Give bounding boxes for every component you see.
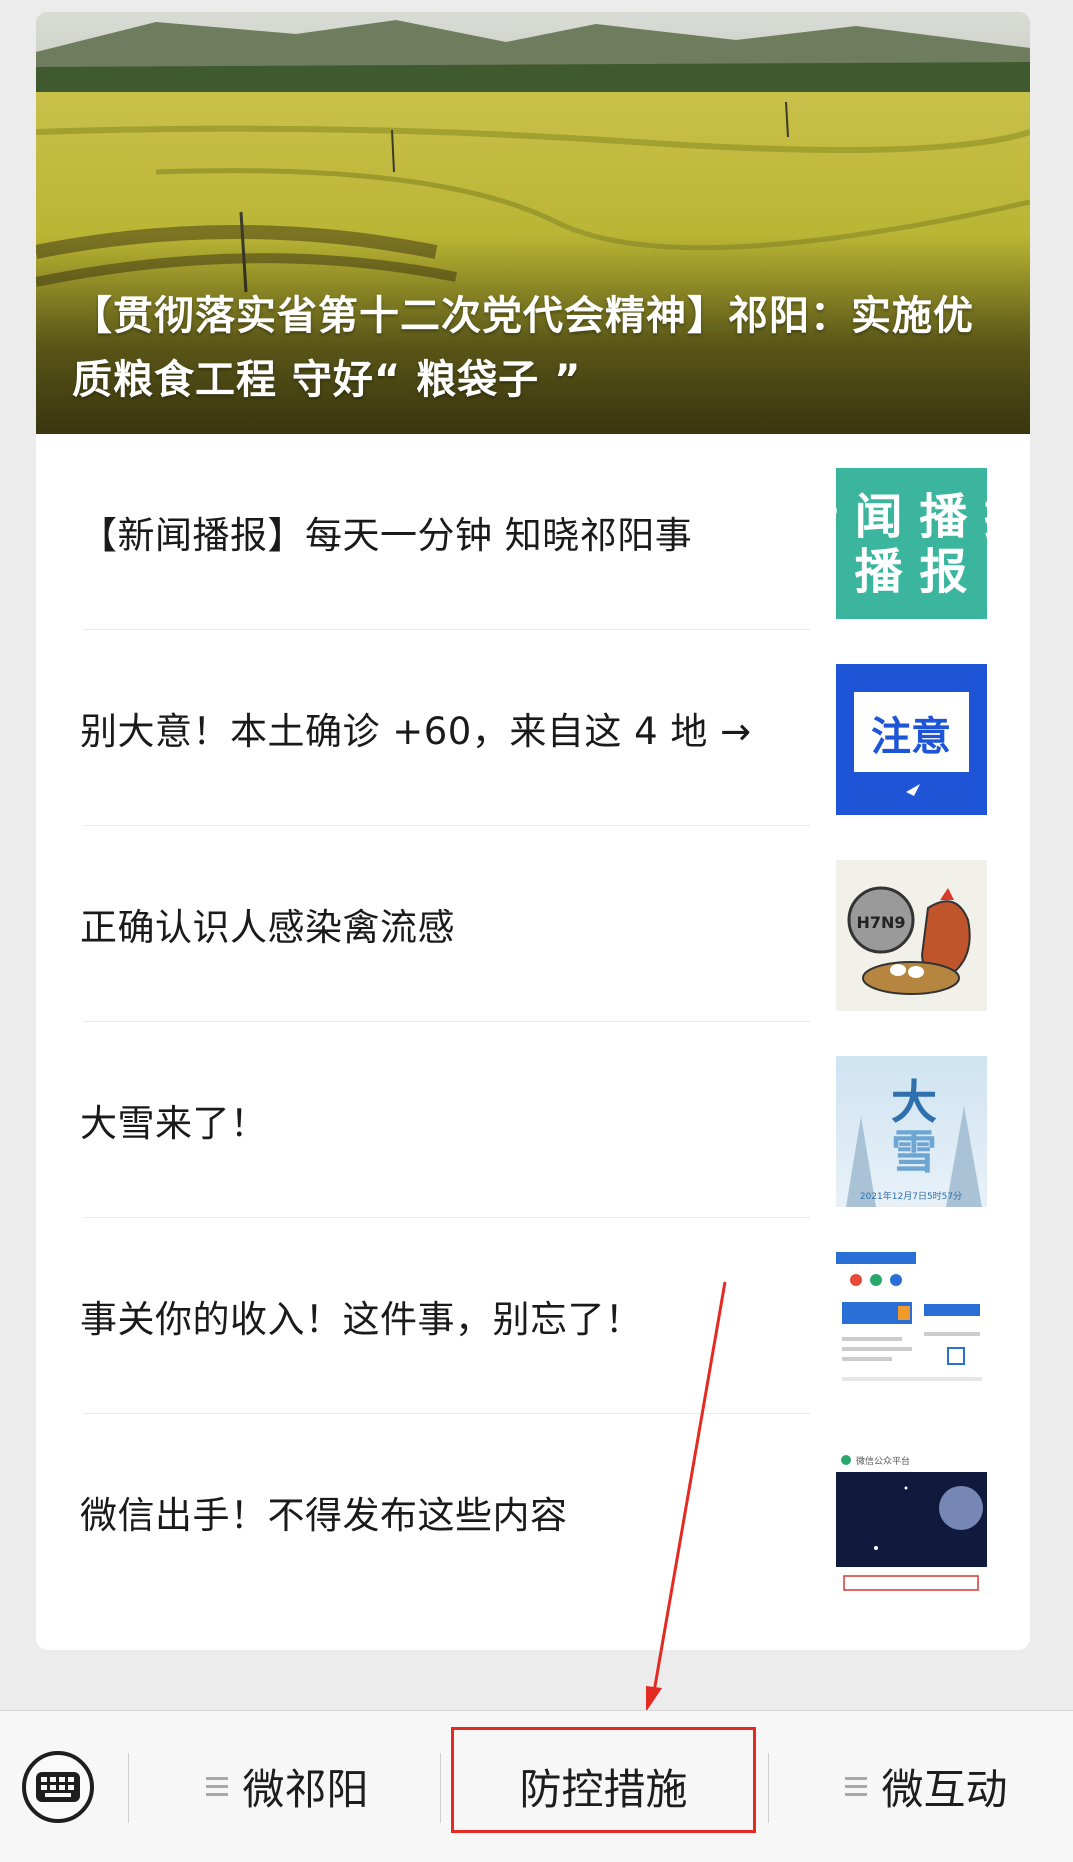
- article-title: 大雪来了！: [80, 1102, 268, 1145]
- menu-item-wei-qiyang[interactable]: 微祁阳: [140, 1711, 435, 1862]
- svg-text:H7N9: H7N9: [856, 913, 905, 932]
- list-item[interactable]: 别大意！本土确诊 +60，来自这 4 地 → 注意: [36, 630, 1030, 826]
- article-title: 别大意！本土确诊 +60，来自这 4 地 →: [80, 710, 752, 753]
- keyboard-icon: [36, 1772, 80, 1802]
- menu-label: 微祁阳: [242, 1765, 369, 1814]
- svg-text:微信公众平台: 微信公众平台: [856, 1455, 910, 1467]
- article-thumbnail: 新 闻 播 报 播 报: [836, 468, 987, 619]
- list-item[interactable]: 【新闻播报】每天一分钟 知晓祁阳事 新 闻 播 报 播 报: [36, 434, 1030, 630]
- list-item[interactable]: 微信出手！不得发布这些内容 微信公众平台: [36, 1414, 1030, 1610]
- list-item[interactable]: 正确认识人感染禽流感 H7N9: [36, 826, 1030, 1022]
- svg-text:大: 大: [891, 1075, 937, 1129]
- menu-item-wei-hudong[interactable]: 微互动: [780, 1711, 1073, 1862]
- menu-separator: [440, 1753, 441, 1823]
- article-thumbnail: [836, 1252, 987, 1403]
- menu-label: 微互动: [881, 1765, 1008, 1814]
- highlight-box: [451, 1727, 756, 1833]
- article-title: 微信出手！不得发布这些内容: [80, 1494, 568, 1537]
- article-list: 【新闻播报】每天一分钟 知晓祁阳事 新 闻 播 报 播 报 别大意！本土确诊 +…: [36, 434, 1030, 1610]
- hamburger-icon: [206, 1776, 229, 1797]
- hero-article[interactable]: 【贯彻落实省第十二次党代会精神】祁阳：实施优质粮食工程 守好“ 粮袋子 ”: [36, 12, 1030, 434]
- thumb-text: 新 闻 播 报: [836, 489, 987, 545]
- article-thumbnail: 微信公众平台: [836, 1448, 987, 1599]
- hero-title: 【贯彻落实省第十二次党代会精神】祁阳：实施优质粮食工程 守好“ 粮袋子 ”: [72, 293, 974, 403]
- keyboard-button[interactable]: [22, 1751, 94, 1823]
- article-title: 【新闻播报】每天一分钟 知晓祁阳事: [80, 514, 693, 557]
- article-title: 事关你的收入！这件事，别忘了！: [80, 1298, 643, 1341]
- article-thumbnail: H7N9: [836, 860, 987, 1011]
- svg-text:注意: 注意: [871, 714, 951, 760]
- svg-text:播 报: 播 报: [855, 544, 968, 600]
- list-item[interactable]: 事关你的收入！这件事，别忘了！: [36, 1218, 1030, 1414]
- article-thumbnail: 注意: [836, 664, 987, 815]
- svg-text:2021年12月7日5时57分: 2021年12月7日5时57分: [860, 1190, 962, 1202]
- list-item[interactable]: 大雪来了！ 大 雪 2021年12月7日5时57分: [36, 1022, 1030, 1218]
- article-thumbnail: 大 雪 2021年12月7日5时57分: [836, 1056, 987, 1207]
- menu-separator: [768, 1753, 769, 1823]
- article-card: 【贯彻落实省第十二次党代会精神】祁阳：实施优质粮食工程 守好“ 粮袋子 ” 【新…: [36, 12, 1030, 1650]
- menu-separator: [128, 1753, 129, 1823]
- svg-text:雪: 雪: [891, 1125, 937, 1179]
- article-title: 正确认识人感染禽流感: [80, 906, 455, 949]
- hamburger-icon: [845, 1776, 868, 1797]
